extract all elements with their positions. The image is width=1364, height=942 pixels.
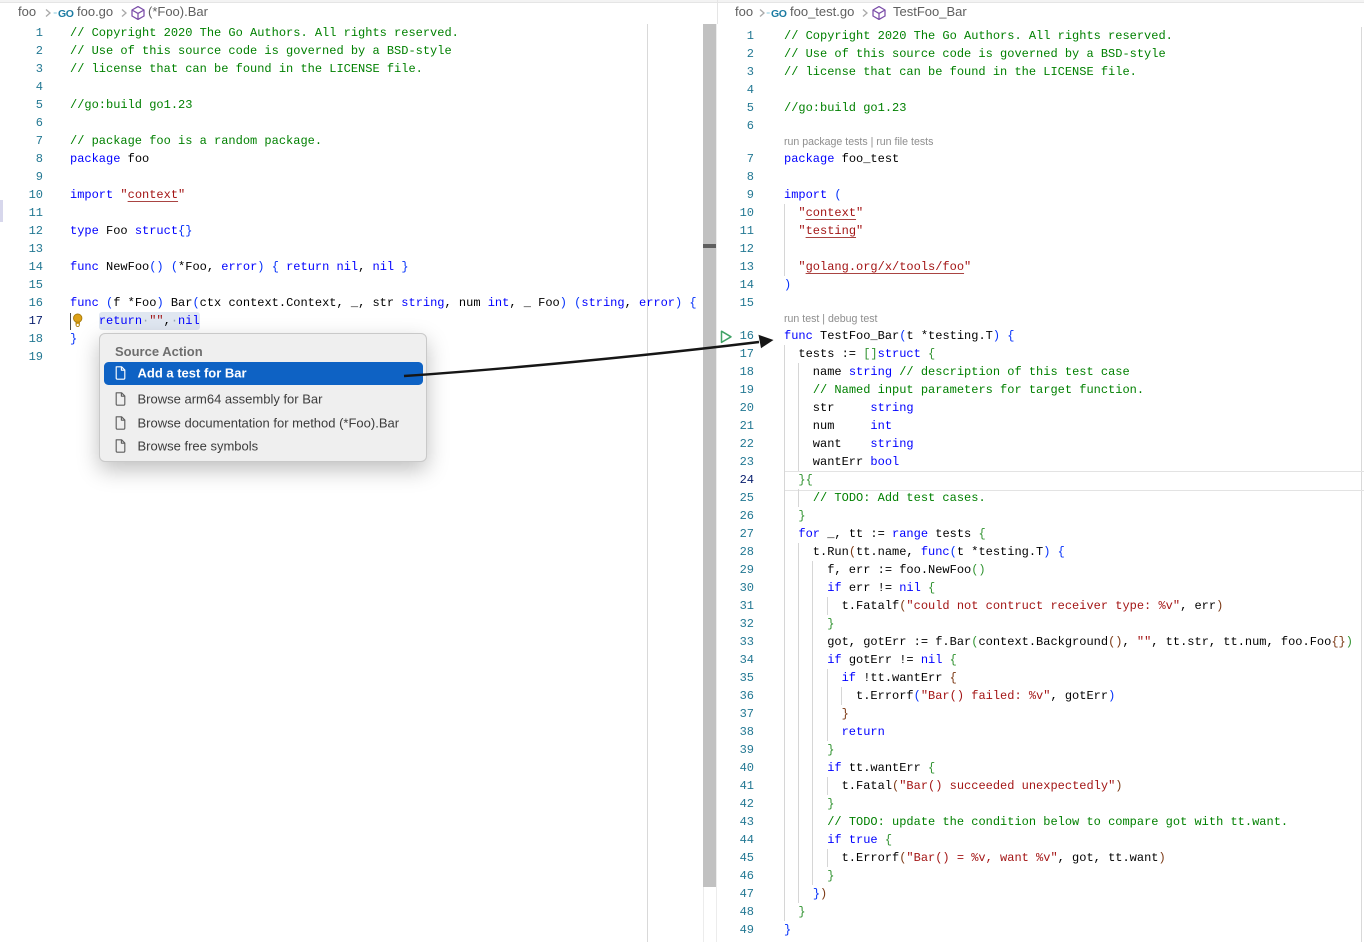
svg-text:GO: GO (771, 8, 787, 20)
svg-text:GO: GO (58, 8, 74, 20)
